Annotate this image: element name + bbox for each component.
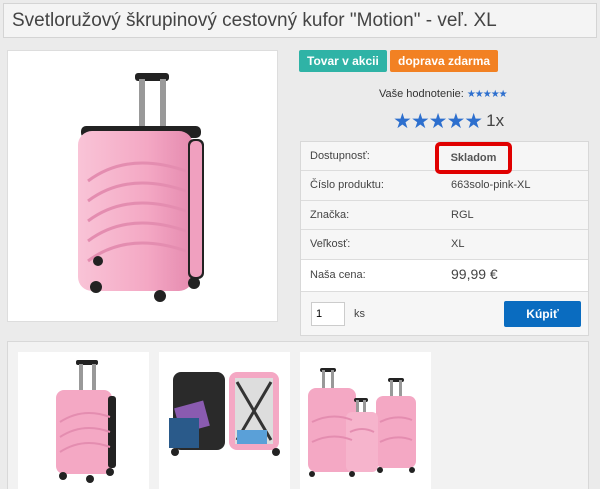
rating-stars-small-icon[interactable]: ★★★★★	[467, 89, 508, 100]
availability-highlight: Skladom	[435, 142, 512, 174]
detail-row-brand: Značka: RGL	[301, 201, 588, 230]
sale-badge: Tovar v akcii	[299, 50, 387, 72]
price-label: Naša cena:	[310, 269, 366, 281]
thumbnail-suitcase-set-image	[308, 368, 416, 477]
code-value: 663solo-pink-XL	[451, 179, 531, 191]
product-title: Svetlоružový škrupinový cestovný kufor "…	[12, 10, 497, 31]
detail-row-size: Veľkosť: XL	[301, 230, 588, 260]
size-label: Veľkosť:	[310, 238, 351, 250]
size-value: XL	[451, 238, 465, 250]
code-label: Číslo produktu:	[310, 179, 384, 191]
thumbnail-gallery	[7, 341, 589, 489]
product-details-table: Dostupnosť: Skladom Číslo produktu: 663s…	[300, 141, 589, 336]
quantity-unit: ks	[354, 308, 365, 320]
average-rating: ★★★★★ 1x	[393, 109, 504, 134]
thumbnail-suitcase-set[interactable]	[300, 352, 431, 489]
your-rating-label: Vaše hodnotenie:	[379, 88, 464, 100]
free-shipping-badge: doprava zdarma	[390, 50, 499, 72]
rating-stars-icon: ★★★★★	[393, 110, 483, 133]
your-rating: Vaše hodnotenie: ★★★★★	[379, 88, 508, 100]
suitcase-image	[78, 73, 204, 302]
brand-label: Značka:	[310, 209, 350, 221]
availability-value: Skladom	[450, 152, 497, 164]
thumbnail-suitcase[interactable]	[18, 352, 149, 489]
brand-value: RGL	[451, 209, 474, 221]
product-title-bar: Svetlоružový škrupinový cestovný kufor "…	[3, 3, 597, 38]
main-product-image[interactable]	[7, 50, 278, 322]
detail-row-availability: Dostupnosť: Skladom	[301, 142, 588, 174]
thumbnail-open-suitcase-image	[169, 372, 280, 456]
price-value: 99,99 €	[451, 266, 498, 282]
thumbnail-suitcase-image	[56, 360, 116, 483]
quantity-input[interactable]	[311, 302, 345, 326]
availability-label: Dostupnosť:	[310, 150, 370, 162]
rating-count: 1x	[486, 111, 505, 130]
buy-button[interactable]: Kúpiť	[504, 301, 581, 327]
thumbnail-open-suitcase[interactable]	[159, 352, 290, 489]
detail-row-price: Naša cena: 99,99 €	[301, 260, 588, 292]
detail-row-code: Číslo produktu: 663solo-pink-XL	[301, 171, 588, 201]
